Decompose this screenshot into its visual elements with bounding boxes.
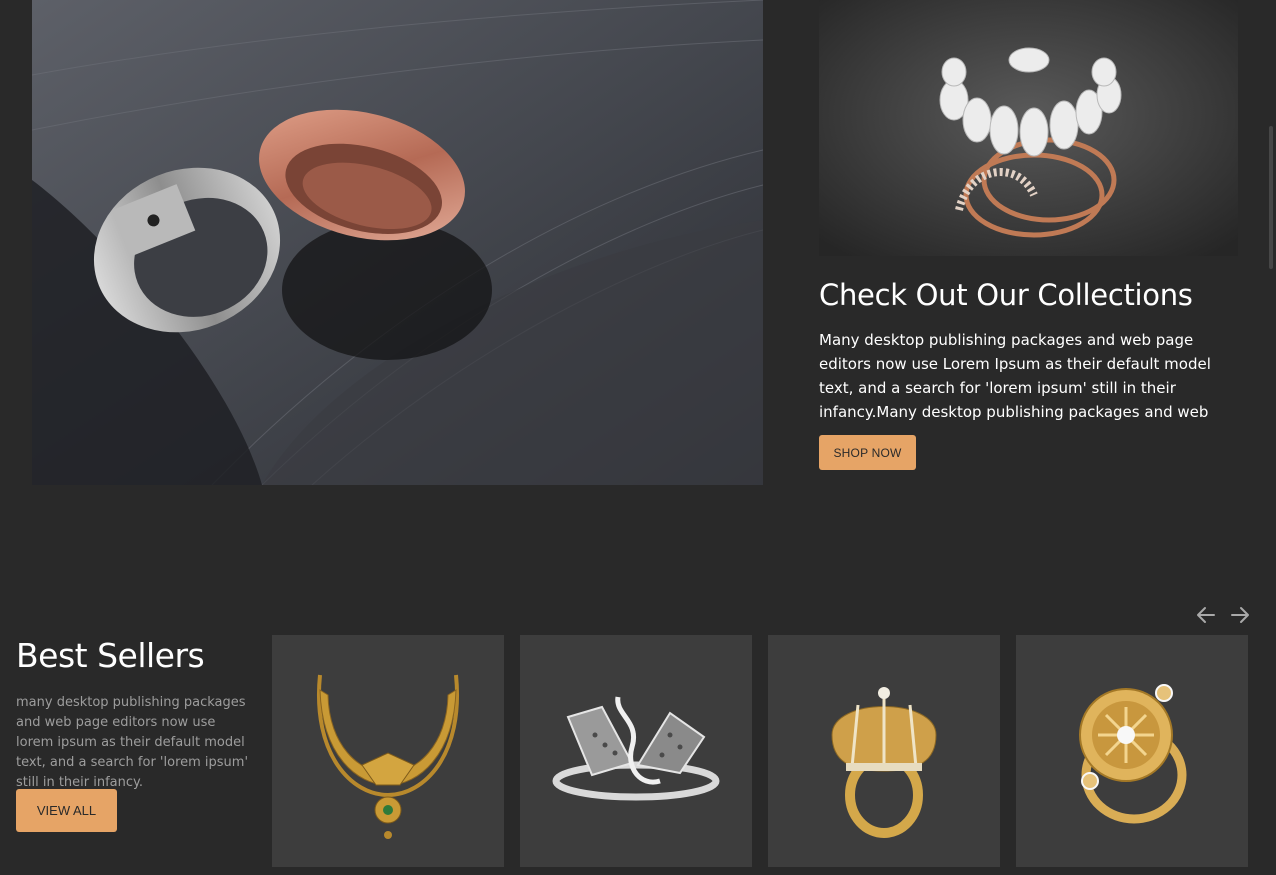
collection-description: Many desktop publishing packages and web…: [819, 331, 1211, 421]
gold-sun-ring-image: [1079, 684, 1187, 824]
arrow-left-icon[interactable]: [1193, 602, 1219, 628]
shop-now-button[interactable]: SHOP NOW: [819, 435, 916, 470]
collection-title: Check Out Our Collections: [819, 278, 1193, 312]
gold-necklace-image: [317, 674, 459, 839]
gold-crown-ring-image: [831, 687, 937, 838]
hero-rings-image: [32, 0, 763, 485]
product-card[interactable]: [1016, 635, 1248, 867]
product-card[interactable]: [768, 635, 1000, 867]
best-sellers-title: Best Sellers: [16, 636, 205, 675]
product-card[interactable]: [520, 635, 752, 867]
collection-ring-image: [819, 0, 1238, 256]
view-all-button[interactable]: VIEW ALL: [16, 789, 117, 832]
scrollbar-thumb[interactable]: [1269, 126, 1273, 269]
best-sellers-description: many desktop publishing packages and web…: [16, 695, 249, 790]
product-card[interactable]: [272, 635, 504, 867]
silver-swan-ring-image: [552, 696, 720, 801]
arrow-right-icon[interactable]: [1227, 602, 1253, 628]
